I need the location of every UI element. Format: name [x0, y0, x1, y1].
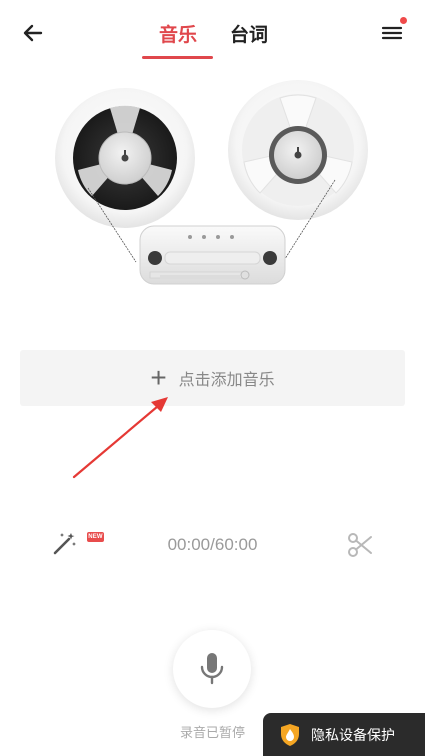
privacy-protection-toast[interactable]: 隐私设备保护: [263, 713, 425, 756]
reel-recorder-illustration: [55, 80, 368, 285]
back-arrow-icon: [23, 24, 43, 42]
back-button[interactable]: [18, 18, 48, 48]
active-tab-indicator: [142, 56, 213, 59]
notification-dot: [400, 17, 407, 24]
add-music-label: 点击添加音乐: [178, 372, 275, 389]
record-button[interactable]: [173, 630, 251, 708]
scissors-icon: [348, 533, 372, 557]
microphone-icon: [200, 653, 224, 685]
top-bar: 音乐 台词: [0, 0, 425, 66]
shield-icon: [281, 723, 299, 746]
tab-lyrics[interactable]: 台词: [230, 20, 268, 47]
cut-button[interactable]: [346, 531, 374, 559]
tab-music[interactable]: 音乐: [159, 20, 197, 47]
hint-arrow: [72, 397, 168, 479]
privacy-protection-label: 隐私设备保护: [311, 726, 395, 743]
